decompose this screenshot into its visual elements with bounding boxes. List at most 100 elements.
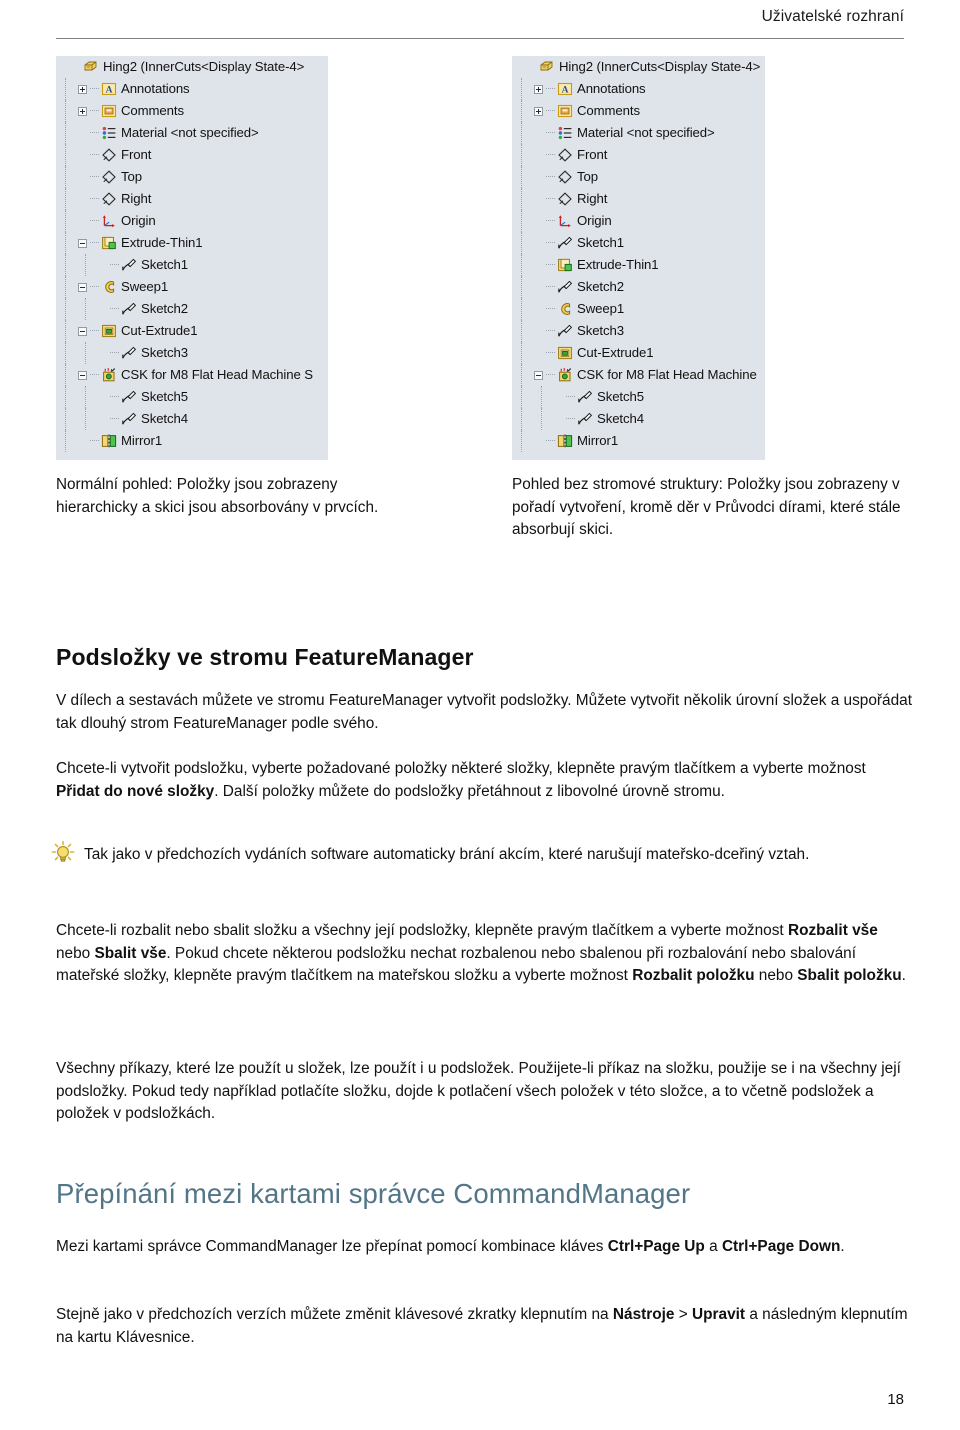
collapse-node-icon[interactable] — [78, 282, 87, 292]
tree-node[interactable]: Sketch4 — [56, 408, 328, 430]
tree-node-label: Sketch1 — [141, 257, 188, 272]
tree-node[interactable]: Mirror1 — [512, 430, 765, 452]
tree-guide-line — [521, 364, 522, 386]
tree-node[interactable]: Front — [512, 144, 765, 166]
feature-tree-normal-view[interactable]: Hing2 (InnerCuts<Display State-4> A Annota… — [56, 56, 328, 460]
expand-node-icon[interactable] — [534, 106, 543, 116]
tree-node[interactable]: Origin — [512, 210, 765, 232]
tree-node-spacer — [534, 239, 543, 248]
tree-node[interactable]: Sketch1 — [56, 254, 328, 276]
tree-connector — [566, 396, 575, 398]
tree-node[interactable]: Mirror1 — [56, 430, 328, 452]
tree-node[interactable]: Extrude-Thin1 — [512, 254, 765, 276]
expand-node-icon[interactable] — [534, 84, 543, 94]
sketch-icon — [577, 411, 593, 427]
tree-node[interactable]: Top — [56, 166, 328, 188]
tree-node-label: Top — [577, 169, 598, 184]
text-run: a — [704, 1238, 722, 1255]
cut-extrude-icon — [101, 323, 117, 339]
tree-node-label: Sketch1 — [577, 235, 624, 250]
tree-connector — [546, 374, 555, 376]
tree-node[interactable]: Extrude-Thin1 — [56, 232, 328, 254]
bold-collapse-all: Sbalit vše — [94, 944, 167, 962]
tree-node-spacer — [534, 437, 543, 446]
tree-guide-line — [65, 298, 66, 320]
tree-node[interactable]: Sketch5 — [56, 386, 328, 408]
tree-node-label: Material <not specified> — [121, 125, 259, 140]
tree-node-label: Origin — [577, 213, 612, 228]
tree-guide-line — [521, 210, 522, 232]
tree-node[interactable]: A Annotations — [512, 78, 765, 100]
sketch-icon — [557, 323, 573, 339]
tree-node-label: Annotations — [577, 81, 646, 96]
tree-node[interactable]: Material <not specified> — [56, 122, 328, 144]
tree-node[interactable]: Hing2 (InnerCuts<Display State-4> — [56, 56, 328, 78]
tree-connector — [110, 264, 119, 266]
collapse-node-icon[interactable] — [78, 238, 87, 248]
tree-node[interactable]: Origin — [56, 210, 328, 232]
tree-node[interactable]: CSK for M8 Flat Head Machine S — [56, 364, 328, 386]
tree-node-spacer — [534, 283, 543, 292]
svg-text:A: A — [106, 86, 113, 96]
tree-node-spacer — [534, 261, 543, 270]
tree-connector — [90, 374, 99, 376]
tree-node[interactable]: Hing2 (InnerCuts<Display State-4> — [512, 56, 765, 78]
tree-node[interactable]: Sketch5 — [512, 386, 765, 408]
tree-guide-line — [521, 144, 522, 166]
tree-node[interactable]: Right — [512, 188, 765, 210]
tree-connector — [546, 308, 555, 310]
tree-node[interactable]: CSK for M8 Flat Head Machine — [512, 364, 765, 386]
sweep-icon — [557, 301, 573, 317]
tree-node[interactable]: Sketch2 — [512, 276, 765, 298]
material-icon — [101, 125, 117, 141]
tree-node-spacer — [534, 349, 543, 358]
sketch-icon — [557, 235, 573, 251]
tree-node-label: Cut-Extrude1 — [577, 345, 654, 360]
tree-node-spacer — [78, 129, 87, 138]
tree-node-spacer — [78, 151, 87, 160]
tree-node[interactable]: Sweep1 — [512, 298, 765, 320]
text-run: nebo — [56, 944, 95, 962]
tree-node-spacer — [98, 393, 107, 402]
expand-node-icon[interactable] — [78, 106, 87, 116]
tree-node[interactable]: Sweep1 — [56, 276, 328, 298]
collapse-node-icon[interactable] — [78, 370, 87, 380]
tree-connector — [90, 154, 99, 156]
tree-node[interactable]: Cut-Extrude1 — [512, 342, 765, 364]
sketch-icon — [121, 345, 137, 361]
tree-node[interactable]: Sketch2 — [56, 298, 328, 320]
tree-node[interactable]: Comments — [56, 100, 328, 122]
tree-node-label: Sketch2 — [141, 301, 188, 316]
paragraph-tip: Tak jako v předchozích vydáních software… — [84, 846, 810, 863]
tree-node[interactable]: Right — [56, 188, 328, 210]
hole-wizard-icon — [557, 367, 573, 383]
collapse-node-icon[interactable] — [534, 370, 543, 380]
tree-node[interactable]: Sketch3 — [56, 342, 328, 364]
part-icon — [539, 59, 555, 75]
tree-node-spacer — [534, 327, 543, 336]
collapse-node-icon[interactable] — [78, 326, 87, 336]
feature-tree-flat-view[interactable]: Hing2 (InnerCuts<Display State-4> A Annota… — [512, 56, 765, 460]
tree-node-spacer — [534, 217, 543, 226]
tree-node-spacer — [534, 129, 543, 138]
expand-node-icon[interactable] — [78, 84, 87, 94]
tree-node[interactable]: Comments — [512, 100, 765, 122]
tree-node[interactable]: Sketch3 — [512, 320, 765, 342]
tree-node[interactable]: Top — [512, 166, 765, 188]
tree-node[interactable]: Sketch1 — [512, 232, 765, 254]
tree-guide-line — [521, 386, 522, 408]
sketch-icon — [557, 279, 573, 295]
tree-node[interactable]: Cut-Extrude1 — [56, 320, 328, 342]
tree-node-spacer — [98, 305, 107, 314]
tree-node[interactable]: Front — [56, 144, 328, 166]
tree-node[interactable]: A Annotations — [56, 78, 328, 100]
tree-guide-line — [541, 386, 542, 408]
tree-node[interactable]: Material <not specified> — [512, 122, 765, 144]
tree-node-label: Sketch5 — [597, 389, 644, 404]
tree-node[interactable]: Sketch4 — [512, 408, 765, 430]
tree-connector — [546, 286, 555, 288]
tree-node-label: Hing2 (InnerCuts<Display State-4> — [103, 59, 305, 74]
tree-node-label: Hing2 (InnerCuts<Display State-4> — [559, 59, 761, 74]
text-run: . — [901, 967, 906, 984]
tree-connector — [90, 242, 99, 244]
